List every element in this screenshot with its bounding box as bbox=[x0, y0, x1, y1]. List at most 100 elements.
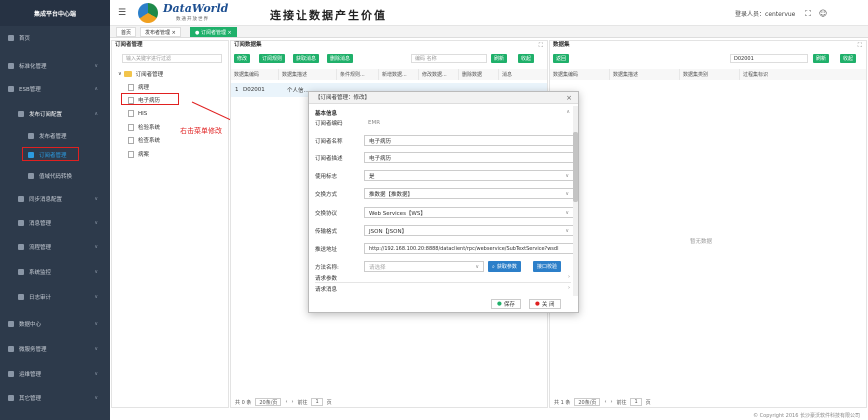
logo-icon bbox=[138, 3, 158, 23]
fullscreen-icon[interactable]: ⛶ bbox=[805, 9, 811, 18]
sidebar-item-pubsub[interactable]: 发布订阅配置 ∧ bbox=[0, 108, 110, 120]
exchange-mode-select[interactable]: 推数据【推数据】 ∨ bbox=[364, 188, 574, 199]
usage-flag-select[interactable]: 是 ∨ bbox=[364, 170, 574, 181]
page-size-select[interactable]: 20条/页 bbox=[255, 398, 282, 406]
save-button[interactable]: ● 保存 bbox=[491, 299, 521, 309]
column-header: 修改数据... bbox=[419, 69, 459, 80]
close-circle-icon: ● bbox=[535, 301, 540, 307]
logo-text: DataWorld bbox=[163, 2, 229, 15]
refresh-button[interactable]: 刷新 bbox=[813, 54, 830, 63]
tab-subscriber[interactable]: ● 订阅者管理 × bbox=[190, 27, 237, 37]
tree-item[interactable]: 检查系统 bbox=[128, 136, 160, 144]
request-message-toggle[interactable]: 请求消息 bbox=[315, 285, 337, 293]
prev-page-icon[interactable]: ‹ bbox=[604, 399, 606, 405]
get-params-button[interactable]: ⌕ 获取参数 bbox=[488, 261, 521, 272]
pager-total: 共 1 条 bbox=[554, 399, 571, 406]
section-title: 基本信息 bbox=[315, 111, 338, 117]
tree-item[interactable]: 检验系统 bbox=[128, 123, 160, 131]
field-label: 推送地址 bbox=[315, 247, 338, 253]
dataset-search-input[interactable]: D02001 bbox=[730, 54, 808, 63]
prev-page-icon[interactable]: ‹ bbox=[285, 399, 287, 405]
sidebar-item-monitor[interactable]: 系统监控 ∨ bbox=[0, 266, 110, 278]
test-interface-button[interactable]: 接口校验 bbox=[533, 261, 562, 272]
exchange-protocol-select[interactable]: Web Services【WS】 ∨ bbox=[364, 207, 574, 218]
user-info: 登录人员：centervue ⛶ ☺ bbox=[735, 9, 827, 19]
sidebar-item-esb[interactable]: ESB管理 ∧ bbox=[0, 83, 110, 95]
sidebar-item-microservice[interactable]: 微服务管理 ∨ bbox=[0, 343, 110, 355]
sidebar-item-ops[interactable]: 运维管理 ∨ bbox=[0, 368, 110, 380]
next-page-icon[interactable]: › bbox=[291, 399, 293, 405]
sidebar-item-label: 首页 bbox=[19, 36, 31, 42]
page-number-input[interactable]: 1 bbox=[311, 398, 323, 406]
refresh-button[interactable]: 刷新 bbox=[491, 54, 508, 63]
sidebar-item-message[interactable]: 消息管理 ∨ bbox=[0, 217, 110, 229]
sidebar-item-label: 值域代码转换 bbox=[39, 174, 73, 180]
collapse-button[interactable]: 收起 bbox=[840, 54, 857, 63]
tab-home[interactable]: 首页 bbox=[116, 27, 137, 37]
standard-icon bbox=[8, 63, 14, 69]
sidebar-item-label: 标准化管理 bbox=[19, 64, 47, 70]
menu-toggle-icon[interactable]: ☰ bbox=[118, 8, 126, 18]
chevron-down-icon: ∨ bbox=[94, 395, 98, 401]
close-button[interactable]: ● 关 闭 bbox=[529, 299, 561, 309]
method-select[interactable]: 请选择 ∨ bbox=[364, 261, 484, 272]
tree-filter-input[interactable]: 输入关键字进行过滤 bbox=[122, 54, 222, 63]
sidebar-item-code-convert[interactable]: 值域代码转换 bbox=[0, 170, 110, 182]
expand-icon[interactable]: ⛶ bbox=[539, 42, 543, 50]
pager-goto-label: 前往 bbox=[616, 399, 627, 406]
scrollbar-thumb[interactable] bbox=[573, 132, 578, 202]
chevron-up-icon: ∧ bbox=[94, 111, 98, 117]
subscriber-code-field[interactable]: EMR bbox=[364, 117, 574, 128]
chevron-down-icon: ∨ bbox=[94, 346, 98, 352]
field-label: 方法名称: bbox=[315, 265, 339, 271]
sidebar-item-label: 同步消息配置 bbox=[29, 197, 63, 203]
tree-item[interactable]: 病案 bbox=[128, 150, 149, 158]
subscriber-desc-field[interactable]: 电子病历 bbox=[364, 152, 574, 163]
collapse-button[interactable]: 收起 bbox=[518, 54, 535, 63]
subscriber-name-field[interactable]: 电子病历 bbox=[364, 135, 574, 146]
sidebar-item-label: 系统监控 bbox=[29, 270, 52, 276]
dataset-search-input[interactable]: 编码 名称 bbox=[411, 54, 487, 63]
gear-icon bbox=[18, 196, 24, 202]
transfer-format-select[interactable]: JSON【JSON】 ∨ bbox=[364, 225, 574, 236]
sidebar-item-sync[interactable]: 同步消息配置 ∨ bbox=[0, 193, 110, 205]
fetch-message-button[interactable]: 获取消息 bbox=[293, 54, 320, 63]
edit-button[interactable]: 修改 bbox=[234, 54, 251, 63]
gear-icon bbox=[18, 294, 24, 300]
sidebar-item-standard[interactable]: 标准化管理 ∨ bbox=[0, 60, 110, 72]
delete-message-button[interactable]: 删除消息 bbox=[327, 54, 354, 63]
tree-root[interactable]: ∨ 订阅者管理 bbox=[118, 70, 163, 78]
column-header: 删除数据 bbox=[459, 69, 499, 80]
tab-publisher[interactable]: 发布者管理 × bbox=[140, 27, 181, 37]
field-label: 订阅者编码 bbox=[315, 121, 343, 127]
column-header: 过程集标识 bbox=[740, 69, 866, 80]
back-button[interactable]: 返回 bbox=[553, 54, 570, 63]
subscribe-rule-button[interactable]: 订阅规则 bbox=[259, 54, 286, 63]
table-header: 数据集编码 数据集描述 数据集类别 过程集标识 bbox=[550, 69, 866, 80]
expand-icon[interactable]: ⛶ bbox=[858, 42, 862, 50]
sidebar-item-flow[interactable]: 流程管理 ∨ bbox=[0, 241, 110, 253]
sidebar-item-log[interactable]: 日志审计 ∨ bbox=[0, 291, 110, 303]
column-header: 消息 bbox=[499, 69, 547, 80]
sidebar-item-publisher[interactable]: 发布者管理 bbox=[0, 130, 110, 142]
request-params-toggle[interactable]: 请求参数 bbox=[315, 274, 337, 282]
tree-item[interactable]: HIS bbox=[128, 110, 147, 117]
sidebar-item-other[interactable]: 其它管理 ∨ bbox=[0, 392, 110, 404]
page-size-select[interactable]: 20条/页 bbox=[574, 398, 601, 406]
chevron-up-icon[interactable]: ∧ bbox=[566, 109, 570, 115]
chevron-right-icon[interactable]: › bbox=[568, 274, 570, 280]
chevron-down-icon: ∨ bbox=[94, 269, 98, 275]
next-page-icon[interactable]: › bbox=[610, 399, 612, 405]
sidebar-item-home[interactable]: 首页 bbox=[0, 32, 110, 44]
push-url-field[interactable]: http://192.168.100.20:8888/dataclient/rp… bbox=[364, 243, 574, 254]
page-number-input[interactable]: 1 bbox=[630, 398, 642, 406]
close-icon[interactable]: × bbox=[566, 94, 572, 102]
sidebar-item-label: ESB管理 bbox=[19, 87, 41, 93]
tree-item[interactable]: 病理 bbox=[128, 83, 149, 91]
sidebar-item-label: 发布者管理 bbox=[39, 134, 67, 140]
field-label: 传输格式 bbox=[315, 229, 338, 235]
sidebar-item-label: 日志审计 bbox=[29, 295, 52, 301]
sidebar-item-datacenter[interactable]: 数据中心 ∨ bbox=[0, 318, 110, 330]
user-avatar-icon[interactable]: ☺ bbox=[819, 9, 827, 18]
chevron-right-icon[interactable]: › bbox=[568, 285, 570, 291]
